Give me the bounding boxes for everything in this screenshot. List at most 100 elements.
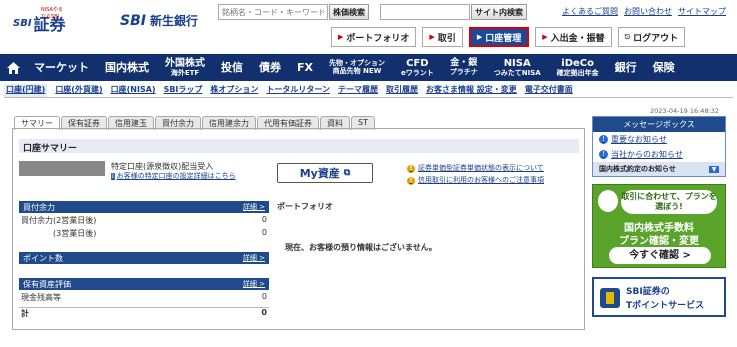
nav-insurance[interactable]: 保険 [645,54,683,81]
timestamp: 2023-04-19 16:48:32 [650,107,720,115]
panel-title: 口座サマリー [19,139,579,154]
points-detail-link[interactable]: 詳細 > [243,253,265,263]
top-links: よくあるご質問 お問い合わせ サイトマップ [562,6,726,17]
nav-sublabel: 商品先物 NEW [332,67,382,75]
holdings-detail-link[interactable]: 詳細 > [243,279,265,289]
subnav-theme-history[interactable]: テーマ履歴 [338,84,378,97]
main-nav: マーケット 国内株式 外国株式 海外ETF 投信 債券 FX 先物・オプション 商品… [0,54,737,81]
execution-notice-row[interactable]: 国内株式約定のお知らせ ▼ [593,162,725,176]
account-management-button[interactable]: ▶ 口座管理 [468,27,530,47]
sbi-shinsei-bank-logo[interactable]: SBI 新生銀行 [120,12,198,29]
notice-link[interactable]: ! 信用取引に利用のお客様へのご注意事項 [407,175,544,187]
external-link-icon: ⧉ [343,168,351,178]
buying-power-detail-link[interactable]: 詳細 > [243,202,265,212]
section-title: 保有資産評価 [23,280,71,289]
holdings-header: 保有資産評価 詳細 > [19,278,269,290]
subnav-sbi-wrap[interactable]: SBIラップ [164,84,203,97]
my-assets-label: My資産 [299,167,340,180]
nav-label: マーケット [34,61,89,74]
account-settings-label: お客様の特定口座の設定詳細はこちら [116,172,236,181]
nav-nisa[interactable]: NISA つみたてNISA [486,54,549,81]
table-row: (3営業日後) 0 [19,228,269,239]
buying-power-header: 買付余力 詳細 > [19,201,269,213]
tpoint-line2: Tポイントサービス [626,301,705,311]
stock-search-button[interactable]: 株価検索 [329,4,369,20]
subnav-total-return[interactable]: トータルリターン [266,84,330,97]
notice-link[interactable]: ! 証券単価型証券単価状態の表示について [407,163,544,175]
site-search-button[interactable]: サイト内検索 [471,4,527,20]
piggy-bank-icon [598,190,618,212]
nav-label: 先物・オプション [329,59,385,67]
message-box-title: メッセージボックス [593,117,725,132]
my-assets-button[interactable]: My資産 ⧉ [277,163,373,183]
notices: ! 証券単価型証券単価状態の表示について ! 信用取引に利用のお客様へのご注意事項 [407,163,544,187]
sbi-securities-logo[interactable]: NISAやるならSBI SBI 証券 [13,7,66,36]
arrow-right-icon: ▶ [338,33,344,41]
arrow-right-icon: ▶ [542,33,548,41]
important-notice-link[interactable]: ! 重要なお知らせ [593,132,725,147]
subnav-trade-history[interactable]: 取引履歴 [386,84,418,97]
info-icon: i [111,173,115,181]
nav-label: NISA [503,57,531,69]
site-search-input[interactable] [380,4,470,20]
company-notice-link[interactable]: ! 当社からのお知らせ [593,147,725,162]
row-label: 現金残高等 [21,293,61,302]
account-settings-link[interactable]: i お客様の特定口座の設定詳細はこちら [111,172,236,181]
contact-link[interactable]: お問い合わせ [624,6,672,17]
nav-ideco[interactable]: iDeCo 確定拠出年金 [549,54,607,81]
subnav-stock-option[interactable]: 株オプション [210,84,258,97]
warning-icon: ! [407,164,415,173]
subnav-account-nisa[interactable]: 口座(NISA) [111,84,156,97]
nav-sublabel: つみたてNISA [493,68,541,77]
notice-label: 信用取引に利用のお客様へのご注意事項 [418,175,544,184]
top-header: NISAやるならSBI SBI 証券 SBI 新生銀行 株価検索 サイト内検索 … [0,0,737,54]
subnav-electronic-docs[interactable]: 電子交付書面 [525,84,573,97]
nav-foreign-stock[interactable]: 外国株式 海外ETF [157,54,213,81]
nav-label: 投信 [221,61,243,74]
row-label: 買付余力(2営業日後) [21,216,97,225]
subnav-customer-settings[interactable]: お客さま情報 設定・変更 [426,84,517,97]
nav-sublabel: プラチナ [449,68,478,76]
nav-market[interactable]: マーケット [26,54,97,81]
table-row: 計 0 [19,307,269,319]
subnav-account-jpy[interactable]: 口座(円建) [4,84,48,97]
nav-sublabel: 確定拠出年金 [556,68,599,77]
logout-icon: ⎋ [624,32,631,41]
table-row: 現金残高等 0 [19,292,269,303]
sbi-tagline: NISAやるならSBI [41,7,63,20]
nav-funds[interactable]: 投信 [213,54,251,81]
row-value: 0 [261,228,267,237]
warning-icon: ! [407,176,415,185]
nav-bonds[interactable]: 債券 [251,54,289,81]
points-header: ポイント数 詳細 > [19,252,269,264]
nav-gold[interactable]: 金・銀 プラチナ [442,54,486,81]
portfolio-empty-message: 現在、お客様の預り情報はございません。 [285,243,437,252]
row-value: 0 [261,308,267,317]
section-title: ポイント数 [23,254,63,263]
commission-plan-banner[interactable]: 取引に合わせて、プランを選ぼう! 国内株式手数料 プラン確認・変更 今すぐ確認 … [592,184,726,268]
trade-button[interactable]: ▶ 取引 [422,27,463,47]
tpoint-banner[interactable]: SBI証券の Tポイントサービス [592,277,726,317]
nav-label: iDeCo [561,57,595,69]
check-now-button[interactable]: 今すぐ確認 > [609,247,711,264]
stock-search-input[interactable] [218,4,328,20]
nav-domestic-stock[interactable]: 国内株式 [97,54,157,81]
nav-bank[interactable]: 銀行 [607,54,645,81]
nav-label: 債券 [259,61,281,74]
info-icon: ! [599,135,608,144]
portfolio-label: ポートフォリオ [346,33,410,44]
deposit-transfer-button[interactable]: ▶ 入出金・振替 [535,27,612,47]
nav-fx[interactable]: FX [289,54,321,81]
sbi-logo-mark: SBI [13,17,32,29]
account-subnav: 口座(円建) 口座(外貨建) 口座(NISA) SBIラップ 株オプション トー… [4,84,733,98]
bank-logo-mark: SBI [120,12,146,29]
sitemap-link[interactable]: サイトマップ [678,6,726,17]
portfolio-button[interactable]: ▶ ポートフォリオ [331,27,417,47]
nav-cfd[interactable]: CFD eワラント [393,54,442,81]
faq-link[interactable]: よくあるご質問 [562,6,618,17]
logout-button[interactable]: ⎋ ログアウト [617,27,686,47]
subnav-account-foreign[interactable]: 口座(外貨建) [55,84,102,97]
home-icon[interactable] [0,54,26,81]
account-number-redacted [19,161,105,176]
nav-futures[interactable]: 先物・オプション 商品先物 NEW [321,54,393,81]
